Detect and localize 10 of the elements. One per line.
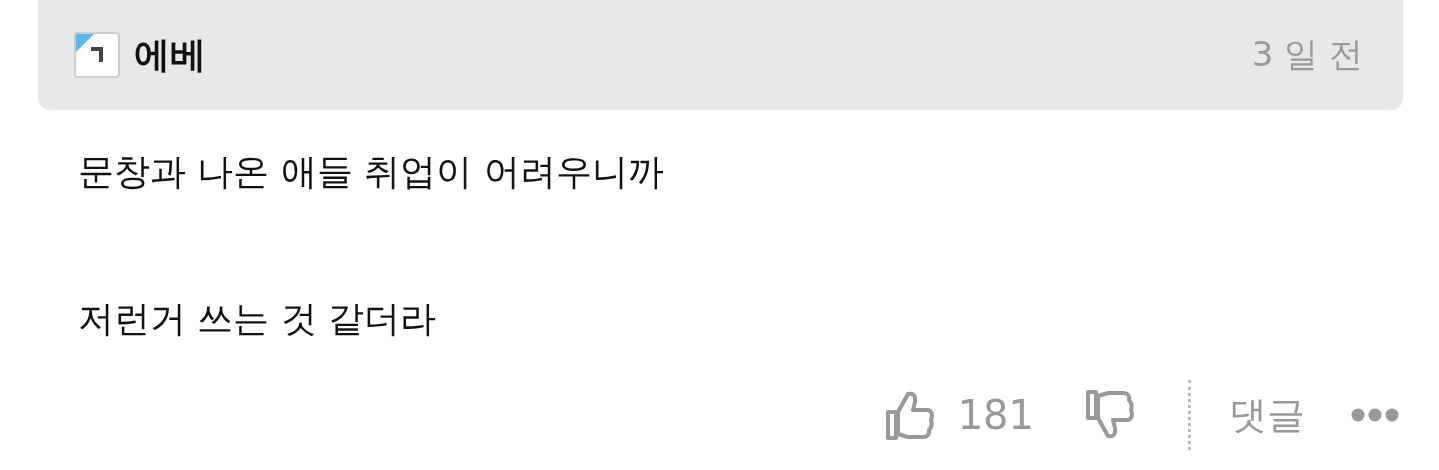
comment-text: 저런거 쓰는 것 같더라	[78, 297, 438, 341]
like-count: 181	[957, 392, 1034, 438]
timestamp: 3 일 전	[1251, 33, 1363, 76]
comment-text: 문창과 나온 애들 취업이 어려우니까	[78, 150, 665, 194]
reply-link[interactable]: 댓글	[1229, 389, 1305, 441]
thumbs-down-icon[interactable]	[1086, 390, 1136, 440]
more-options-icon[interactable]	[1351, 408, 1399, 422]
thumbs-up-icon[interactable]	[885, 390, 936, 440]
author-name: 에베	[134, 32, 206, 77]
level-badge-icon	[74, 32, 120, 78]
